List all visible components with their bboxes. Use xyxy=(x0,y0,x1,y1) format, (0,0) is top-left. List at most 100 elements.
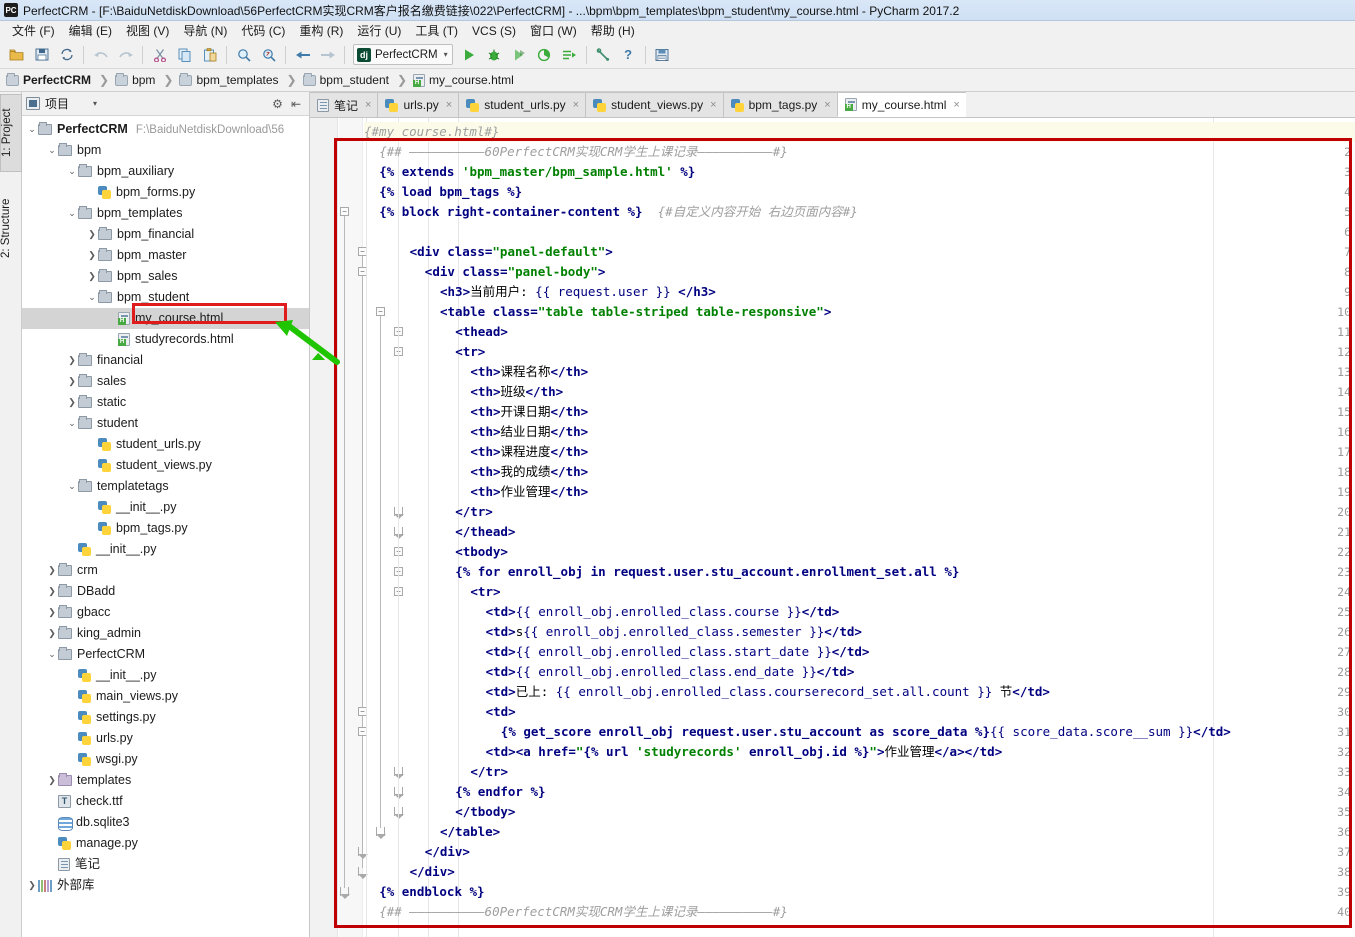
chevron-down-icon[interactable]: ⌄ xyxy=(46,140,58,161)
code-line[interactable]: </thead> xyxy=(364,522,515,542)
menu-item-0[interactable]: 文件 (F) xyxy=(5,21,62,41)
code-line[interactable]: </tbody> xyxy=(364,802,515,822)
breadcrumb-item-bpm[interactable]: bpm xyxy=(115,72,155,87)
tree-node-king_admin[interactable]: ❯ king_admin xyxy=(22,623,309,644)
code-line[interactable]: {#my_course.html#} xyxy=(364,122,499,142)
close-icon[interactable]: × xyxy=(710,99,716,111)
tree-node----[interactable]: ❯ 外部库 xyxy=(22,875,309,896)
chevron-right-icon[interactable]: ❯ xyxy=(86,245,98,266)
breadcrumb-item-my_course-html[interactable]: my_course.html xyxy=(413,73,514,87)
code-line[interactable]: <th>结业日期</th> xyxy=(364,422,588,442)
tree-node-templatetags[interactable]: ⌄ templatetags xyxy=(22,476,309,497)
tree-node-gbacc[interactable]: ❯ gbacc xyxy=(22,602,309,623)
code-line[interactable]: <td>{{ enroll_obj.enrolled_class.start_d… xyxy=(364,642,870,662)
code-line[interactable] xyxy=(364,222,379,242)
tree-node-urls.py[interactable]: urls.py xyxy=(22,728,309,749)
close-icon[interactable]: × xyxy=(446,99,452,111)
code-line[interactable]: <th>开课日期</th> xyxy=(364,402,588,422)
chevron-right-icon[interactable]: ❯ xyxy=(86,266,98,287)
chevron-down-icon[interactable]: ⌄ xyxy=(26,119,38,140)
code-line[interactable]: {% block right-container-content %} {#自定… xyxy=(364,202,858,222)
run-configuration-selector[interactable]: dj PerfectCRM ▾ xyxy=(353,44,453,65)
collapse-all-icon[interactable]: ⇤ xyxy=(291,97,301,111)
editor-tab-my_course.html[interactable]: my_course.html × xyxy=(836,92,966,117)
database-button[interactable] xyxy=(651,44,674,66)
code-line[interactable]: <tr> xyxy=(364,582,500,602)
menu-item-8[interactable]: VCS (S) xyxy=(465,23,523,40)
tree-node-main_views.py[interactable]: main_views.py xyxy=(22,686,309,707)
fold-toggle-icon[interactable]: − xyxy=(340,207,349,216)
debug-button[interactable] xyxy=(483,44,506,66)
chevron-right-icon[interactable]: ❯ xyxy=(86,224,98,245)
attach-process-button[interactable] xyxy=(558,44,581,66)
code-line[interactable]: <th>班级</th> xyxy=(364,382,563,402)
chevron-right-icon[interactable]: ❯ xyxy=(46,560,58,581)
menu-item-9[interactable]: 窗口 (W) xyxy=(523,21,584,41)
undo-icon[interactable] xyxy=(89,44,112,66)
tree-node-templates[interactable]: ❯ templates xyxy=(22,770,309,791)
copy-icon[interactable] xyxy=(173,44,196,66)
menu-item-2[interactable]: 视图 (V) xyxy=(119,21,176,41)
help-button[interactable]: ? xyxy=(617,44,640,66)
cut-icon[interactable] xyxy=(148,44,171,66)
breadcrumb-item-PerfectCRM[interactable]: PerfectCRM xyxy=(6,72,91,87)
breadcrumb-item-bpm_templates[interactable]: bpm_templates xyxy=(179,72,279,87)
code-line[interactable]: {% load bpm_tags %} xyxy=(364,182,522,202)
tree-node-wsgi.py[interactable]: wsgi.py xyxy=(22,749,309,770)
close-icon[interactable]: × xyxy=(953,99,959,111)
menu-item-4[interactable]: 代码 (C) xyxy=(234,21,292,41)
tree-node-student[interactable]: ⌄ student xyxy=(22,413,309,434)
editor-tab---[interactable]: 笔记 × xyxy=(310,92,378,117)
editor-tab-student_urls.py[interactable]: student_urls.py × xyxy=(458,92,586,117)
code-line[interactable]: </tr> xyxy=(364,502,493,522)
paste-icon[interactable] xyxy=(198,44,221,66)
code-line[interactable]: {% endblock %} xyxy=(364,882,484,902)
breadcrumb-item-bpm_student[interactable]: bpm_student xyxy=(302,72,389,87)
code-line[interactable]: <th>课程进度</th> xyxy=(364,442,588,462)
code-text[interactable]: {#my_course.html#} {## ——————————60Perfec… xyxy=(364,118,1355,937)
code-line[interactable]: <div class="panel-default"> xyxy=(364,242,613,262)
tree-node-student_urls.py[interactable]: student_urls.py xyxy=(22,434,309,455)
tree-node-PerfectCRM[interactable]: ⌄ PerfectCRM F:\BaiduNetdiskDownload\56 xyxy=(22,119,309,140)
code-line[interactable]: <td><a href= " {% url 'studyrecords' enrol… xyxy=(364,742,1003,762)
tree-node-sales[interactable]: ❯ sales xyxy=(22,371,309,392)
code-line[interactable]: {## ——————————60PerfectCRM实现CRM学生上课记录———… xyxy=(364,902,788,922)
code-line[interactable]: <h3>当前用户: {{ request.user }} </h3> xyxy=(364,282,716,302)
run-with-coverage-button[interactable] xyxy=(508,44,531,66)
close-icon[interactable]: × xyxy=(824,99,830,111)
code-line[interactable]: </table> xyxy=(364,822,500,842)
chevron-down-icon[interactable]: ⌄ xyxy=(46,644,58,665)
search-icon[interactable] xyxy=(232,44,255,66)
tree-node-settings.py[interactable]: settings.py xyxy=(22,707,309,728)
chevron-down-icon[interactable]: ⌄ xyxy=(66,161,78,182)
tree-node-student_views.py[interactable]: student_views.py xyxy=(22,455,309,476)
tree-node-bpm_master[interactable]: ❯ bpm_master xyxy=(22,245,309,266)
tree-node-__init__.py[interactable]: __init__.py xyxy=(22,539,309,560)
open-folder-icon[interactable] xyxy=(5,44,28,66)
save-all-icon[interactable] xyxy=(30,44,53,66)
chevron-right-icon[interactable]: ❯ xyxy=(66,392,78,413)
menu-item-5[interactable]: 重构 (R) xyxy=(292,21,350,41)
chevron-down-icon[interactable]: ⌄ xyxy=(86,287,98,308)
tree-node-bpm_auxiliary[interactable]: ⌄ bpm_auxiliary xyxy=(22,161,309,182)
code-line[interactable]: <th>课程名称</th> xyxy=(364,362,588,382)
code-line[interactable]: <div class="panel-body"> xyxy=(364,262,606,282)
code-line[interactable]: <td>{{ enroll_obj.enrolled_class.course … xyxy=(364,602,840,622)
menu-item-1[interactable]: 编辑 (E) xyxy=(62,21,119,41)
inspect-code-button[interactable] xyxy=(592,44,615,66)
tree-node-DBadd[interactable]: ❯ DBadd xyxy=(22,581,309,602)
chevron-right-icon[interactable]: ❯ xyxy=(46,770,58,791)
code-line[interactable]: </tr> xyxy=(364,762,508,782)
menu-item-6[interactable]: 运行 (U) xyxy=(350,21,408,41)
chevron-right-icon[interactable]: ❯ xyxy=(26,875,38,896)
code-line[interactable]: {% get_score enroll_obj request.user.stu… xyxy=(364,722,1231,742)
tree-node-bpm_sales[interactable]: ❯ bpm_sales xyxy=(22,266,309,287)
tree-node-bpm_templates[interactable]: ⌄ bpm_templates xyxy=(22,203,309,224)
tree-node-bpm_forms.py[interactable]: bpm_forms.py xyxy=(22,182,309,203)
tree-node-studyrecords.html[interactable]: studyrecords.html xyxy=(22,329,309,350)
fold-region-end-icon[interactable] xyxy=(340,887,350,899)
chevron-right-icon[interactable]: ❯ xyxy=(46,623,58,644)
chevron-down-icon[interactable]: ⌄ xyxy=(66,413,78,434)
code-line[interactable]: {% for enroll_obj in request.user.stu_ac… xyxy=(364,562,959,582)
run-button[interactable] xyxy=(458,44,481,66)
